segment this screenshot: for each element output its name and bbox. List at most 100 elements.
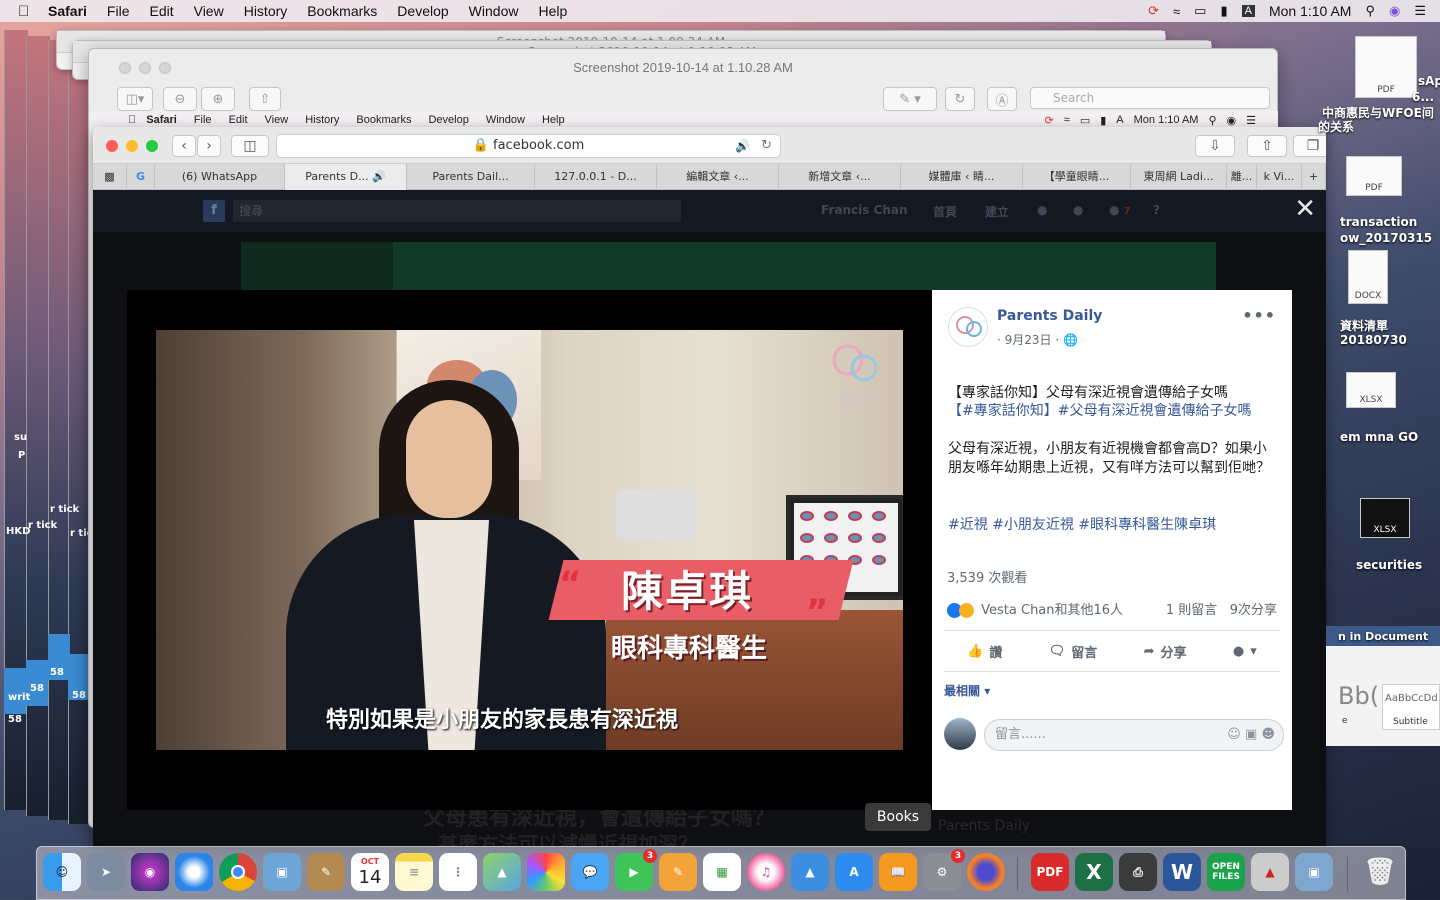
messages-icon[interactable]: 💬 (571, 853, 609, 891)
battery-icon[interactable]: ▮ (1220, 3, 1227, 19)
desktop-file-label[interactable]: 6... (1412, 90, 1434, 104)
menu-history[interactable]: History (244, 3, 288, 19)
facebook-search-input[interactable]: 搜尋 (233, 200, 681, 222)
wifi-icon[interactable]: ≈ (1173, 4, 1180, 19)
menu-app-name[interactable]: Safari (48, 3, 87, 19)
video-player[interactable]: PARENTS DAILY “ 陳卓琪 ” 眼科專科醫生 特別如果是小朋友的家長… (156, 330, 903, 750)
friends-icon[interactable]: ● (1037, 203, 1047, 217)
airplay-icon[interactable]: ▭ (1194, 3, 1206, 19)
finder-icon[interactable]: ☺ (43, 853, 81, 891)
desktop-file-label[interactable]: transaction (1340, 215, 1417, 229)
zoom-in-button[interactable]: ⊕ (201, 87, 235, 111)
system-preferences-icon[interactable]: ⚙ 3 (923, 849, 965, 891)
more-options-icon[interactable]: ••• (1242, 306, 1276, 325)
new-tab-button[interactable]: + (1302, 164, 1326, 190)
tab-media-library[interactable]: 媒體庫 ‹ 睛... (901, 164, 1023, 190)
sync-icon[interactable]: ⟳ (1148, 3, 1159, 19)
app-store-icon[interactable]: A (835, 853, 873, 891)
desktop-file-label[interactable]: ow_20170315 (1340, 231, 1432, 245)
word-style-subtitle[interactable]: AaBbCcDd Subtitle (1382, 684, 1440, 730)
desktop-file-docx[interactable]: DOCX (1348, 250, 1388, 304)
tab-whatsapp[interactable]: (6) WhatsApp (155, 164, 285, 190)
messenger-icon[interactable]: ● (1073, 203, 1083, 217)
spotlight-icon[interactable]: ⚲ (1365, 3, 1375, 19)
shares-count-link[interactable]: 9次分享 (1230, 603, 1277, 618)
desktop-file-label[interactable]: sApp (1418, 74, 1440, 88)
tab-eyes[interactable]: 【學童眼睛... (1023, 164, 1131, 190)
facetime-icon[interactable]: ▶ 3 (615, 849, 657, 891)
pdf-app-icon[interactable]: PDF (1031, 853, 1069, 891)
sticker-icon[interactable]: ☻ (1261, 727, 1275, 742)
menu-file[interactable]: File (107, 3, 130, 19)
tab-audio-icon[interactable]: 🔊 (372, 170, 386, 183)
printer-icon[interactable]: ⎙ (1119, 853, 1157, 891)
tab-new-post[interactable]: 新增文章 ‹... (779, 164, 901, 190)
image-capture-icon[interactable]: ▣ (1295, 853, 1333, 891)
menu-edit[interactable]: Edit (149, 3, 173, 19)
like-button[interactable]: 👍 讚 (967, 642, 1002, 661)
address-bar[interactable]: 🔒 facebook.com 🔊 ↻ (276, 134, 781, 158)
comment-button[interactable]: 🗨 留言 (1049, 642, 1098, 661)
preview-app-icon[interactable]: ▣ (263, 853, 301, 891)
hashtag-link[interactable]: #專家話你知 (962, 403, 1044, 419)
desktop-file-xlsx[interactable]: XLSX (1346, 372, 1396, 408)
share-button[interactable]: ⇧ (249, 87, 281, 111)
desktop-file-label[interactable]: 資料清單 (1340, 317, 1388, 334)
share-button[interactable]: ➦ 分享 (1144, 642, 1187, 661)
profile-link[interactable]: Francis Chan (821, 203, 908, 217)
desktop-file-xlsx[interactable]: XLSX (1360, 498, 1410, 538)
open-files-icon[interactable]: OPEN FILES (1207, 853, 1245, 891)
zoom-button[interactable] (159, 62, 171, 74)
siri-icon[interactable]: ◉ (131, 853, 169, 891)
desktop-file-label[interactable]: securities (1356, 558, 1422, 572)
trash-icon[interactable]: 🗑 (1361, 853, 1399, 891)
gif-icon[interactable]: ▣ (1245, 727, 1257, 742)
downloads-button[interactable]: ⇩ (1195, 135, 1235, 157)
tabs-overview-button[interactable]: ❐ (1293, 135, 1326, 157)
close-button[interactable] (119, 62, 131, 74)
tab-parents-daily[interactable]: Parents Dail... (407, 164, 535, 190)
safari-icon[interactable]: ➚ (175, 853, 213, 891)
reactors-link[interactable]: Vesta Chan和其他16人 (981, 603, 1123, 618)
menu-bookmarks[interactable]: Bookmarks (307, 3, 377, 19)
calendar-icon[interactable]: OCT 14 (351, 853, 389, 891)
forward-button[interactable]: › (197, 135, 221, 157)
facebook-logo-icon[interactable]: f (203, 200, 225, 222)
photos-icon[interactable] (527, 853, 565, 891)
sidebar-button[interactable]: ◫ (231, 135, 269, 157)
desktop-file-label[interactable]: em mna GO (1340, 430, 1418, 444)
sidebar-toggle-button[interactable]: ◫▾ (117, 87, 153, 111)
comment-input[interactable]: 留言...... ☺ ▣ ☻ (984, 719, 1284, 751)
firefox-icon[interactable] (967, 853, 1005, 891)
back-button[interactable]: ‹ (172, 135, 196, 157)
tab-misc[interactable]: 離... (1227, 164, 1257, 190)
menu-develop[interactable]: Develop (397, 3, 448, 19)
launchpad-icon[interactable]: ➤ (87, 853, 125, 891)
acrobat-icon[interactable]: ▲ (1251, 853, 1289, 891)
tab-misc-2[interactable]: k Vi... (1257, 164, 1302, 190)
nav-create[interactable]: 建立 (985, 203, 1009, 220)
tab-localhost[interactable]: 127.0.0.1 - D... (535, 164, 657, 190)
pages-icon[interactable]: ✎ (659, 853, 697, 891)
markup-button[interactable]: Ⓐ (987, 87, 1017, 111)
input-source-icon[interactable]: A (1241, 5, 1255, 17)
desktop-file-pdf[interactable]: PDF (1346, 156, 1402, 196)
hashtag-link[interactable]: #近視 (948, 517, 988, 533)
itunes-icon[interactable]: ♫ (747, 853, 785, 891)
siri-icon[interactable]: ◉ (1389, 3, 1400, 19)
notes-icon[interactable]: ≡ (395, 853, 433, 891)
menu-view[interactable]: View (194, 3, 224, 19)
comments-count-link[interactable]: 1 則留言 (1166, 603, 1217, 618)
minimize-button[interactable] (126, 140, 138, 152)
audience-selector[interactable]: ● ▾ (1233, 644, 1257, 659)
zoom-out-button[interactable]: ⊖ (163, 87, 197, 111)
close-button[interactable] (106, 140, 118, 152)
chrome-icon[interactable] (219, 853, 257, 891)
reminders-icon[interactable]: ⋮ (439, 853, 477, 891)
excel-icon[interactable]: X (1075, 853, 1113, 891)
hashtag-link[interactable]: #眼科專科醫生陳卓琪 (1078, 517, 1216, 533)
tab-pinned[interactable]: ▩ (93, 164, 127, 190)
close-theater-icon[interactable]: ✕ (1294, 196, 1316, 222)
zoom-button[interactable] (146, 140, 158, 152)
reload-icon[interactable]: ↻ (761, 135, 772, 157)
